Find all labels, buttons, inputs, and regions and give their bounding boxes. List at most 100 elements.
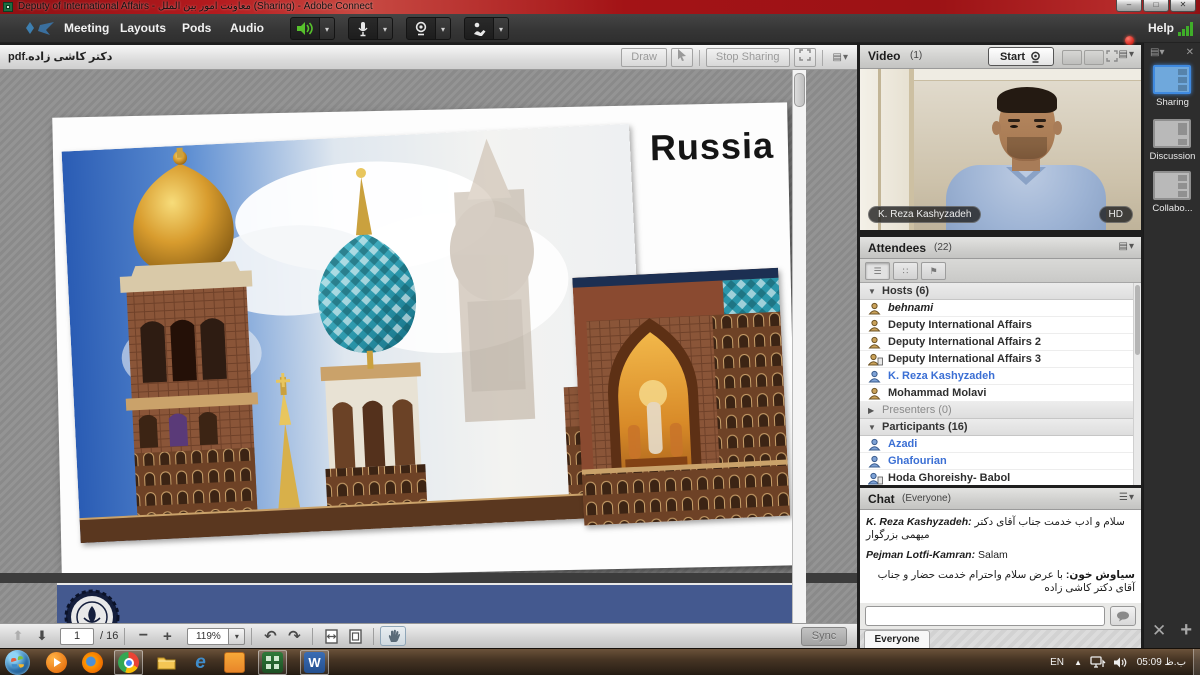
connect-taskbar-button[interactable] [258, 650, 287, 675]
attendee-row[interactable]: Azadi [860, 436, 1133, 453]
tray-expand-icon[interactable]: ▲ [1074, 649, 1082, 675]
draw-button[interactable]: Draw [621, 48, 667, 67]
attendee-row[interactable]: Ghafourian [860, 453, 1133, 470]
attendee-row[interactable]: Mohammad Molavi [860, 385, 1133, 402]
menu-pods[interactable]: Pods [170, 14, 223, 43]
media-player-icon[interactable] [46, 652, 67, 673]
tab-everyone[interactable]: Everyone [864, 630, 930, 648]
chrome-taskbar-button[interactable] [114, 650, 143, 675]
chat-pod-menu-icon[interactable]: ☰▾ [1119, 492, 1135, 503]
attendee-row[interactable]: K. Reza Kashyzadeh [860, 368, 1133, 385]
internet-explorer-icon[interactable]: e [190, 652, 211, 673]
fit-page-button[interactable] [343, 626, 367, 646]
start-button[interactable] [5, 650, 30, 675]
send-message-button[interactable] [1110, 606, 1136, 626]
host-icon [868, 302, 881, 315]
breakout-view-button[interactable]: ∷ [893, 262, 918, 280]
layout-collaboration-thumbnail[interactable] [1153, 171, 1191, 200]
layout-collaboration-label[interactable]: Collabo... [1144, 203, 1200, 214]
participants-section-header[interactable]: ▼ Participants (16) [860, 419, 1133, 436]
tray-clock[interactable]: ب.ظ 05:09 [1137, 649, 1186, 675]
raise-hand-button[interactable] [464, 17, 494, 40]
attendee-row[interactable]: Deputy International Affairs 3 [860, 351, 1133, 368]
pointer-button[interactable] [671, 48, 693, 67]
vertical-scrollbar-thumb[interactable] [794, 73, 805, 107]
layout-bar-menu-icon[interactable]: ▤▾ [1150, 47, 1164, 58]
zoom-in-button[interactable]: + [155, 626, 179, 646]
volume-icon[interactable] [1113, 649, 1128, 675]
network-icon[interactable] [1090, 649, 1106, 675]
video-filmstrip-view-icon[interactable] [1084, 50, 1104, 65]
maximize-button[interactable]: □ [1143, 0, 1169, 12]
layout-sharing-thumbnail[interactable] [1153, 65, 1191, 94]
video-grid-view-icon[interactable] [1062, 50, 1082, 65]
attendee-status-view-button[interactable]: ⚑ [921, 262, 946, 280]
word-taskbar-button[interactable]: W [300, 650, 329, 675]
layout-bar: ▤▾ ✕ Sharing Discussion Collabo... ✕ + [1143, 43, 1200, 648]
layout-discussion-thumbnail[interactable] [1153, 119, 1191, 148]
fullscreen-button[interactable] [794, 48, 816, 67]
vertical-scrollbar[interactable] [792, 70, 806, 648]
start-webcam-button[interactable]: Start [988, 47, 1054, 66]
slide-page-1: Russia [52, 102, 797, 580]
add-layout-icon[interactable]: + [1180, 619, 1192, 642]
show-desktop-button[interactable] [1193, 649, 1200, 675]
app-icon [3, 2, 13, 12]
collapse-triangle-icon: ▼ [868, 283, 876, 300]
rotate-right-button[interactable]: ↷ [282, 626, 306, 646]
host-icon [868, 319, 881, 332]
layout-bar-close-icon[interactable]: ✕ [1186, 47, 1194, 58]
speaker-button[interactable] [290, 17, 320, 40]
menu-help[interactable]: Help [1148, 14, 1174, 43]
close-button[interactable]: ✕ [1170, 0, 1196, 12]
firefox-icon[interactable] [82, 652, 103, 673]
share-pod-menu-icon[interactable]: ▤▾ [829, 52, 853, 63]
page-number-input[interactable]: 1 [60, 628, 94, 645]
menu-audio[interactable]: Audio [218, 14, 276, 43]
remove-layout-icon[interactable]: ✕ [1152, 621, 1166, 641]
rotate-left-button[interactable]: ↶ [258, 626, 282, 646]
video-pod-menu-icon[interactable]: ▤▾ [1119, 49, 1135, 60]
page-down-button[interactable]: ⬇ [30, 626, 54, 646]
attendee-row[interactable]: Deputy International Affairs 2 [860, 334, 1133, 351]
notes-app-icon[interactable] [224, 652, 245, 673]
attendees-pod-header: Attendees (22) ▤▾ [860, 237, 1141, 259]
tray-language[interactable]: EN [1050, 649, 1064, 675]
speaker-caret[interactable]: ▾ [320, 17, 335, 40]
zoom-level-value[interactable]: 119% [187, 628, 229, 645]
webcam-button[interactable] [406, 17, 436, 40]
minimize-button[interactable]: – [1116, 0, 1142, 12]
webcam-icon [414, 21, 428, 36]
page-up-button[interactable]: ⬆ [6, 626, 30, 646]
share-pod-header: دکتر کاشی زاده.pdf Draw Stop Sharing ▤▾ [0, 45, 857, 70]
microphone-button[interactable] [348, 17, 378, 40]
stop-sharing-button[interactable]: Stop Sharing [706, 48, 790, 67]
chat-tabs: Everyone [860, 629, 1141, 648]
attendee-list-view-button[interactable]: ☰ [865, 262, 890, 280]
hosts-section-header[interactable]: ▼ Hosts (6) [860, 283, 1133, 300]
hand-icon [387, 629, 400, 643]
hand-tool-button[interactable] [380, 626, 406, 646]
connection-status-icon[interactable] [1178, 22, 1196, 36]
explorer-icon[interactable] [156, 652, 177, 673]
zoom-dropdown-caret[interactable]: ▾ [229, 628, 245, 645]
chat-input[interactable] [865, 606, 1105, 626]
layout-discussion-label[interactable]: Discussion [1144, 151, 1200, 162]
menu-layouts[interactable]: Layouts [108, 14, 178, 43]
microphone-caret[interactable]: ▾ [378, 17, 393, 40]
attendee-row[interactable]: behnami [860, 300, 1133, 317]
attendee-row[interactable]: Hoda Ghoreishy- Babol [860, 470, 1133, 485]
zoom-out-button[interactable]: − [131, 626, 155, 646]
attendees-scrollbar[interactable] [1133, 283, 1141, 485]
layout-sharing-label[interactable]: Sharing [1144, 97, 1200, 108]
attendees-scrollbar-thumb[interactable] [1135, 285, 1140, 355]
fit-width-button[interactable] [319, 626, 343, 646]
sync-button[interactable]: Sync [801, 627, 847, 646]
windows-flag-icon [5, 650, 30, 675]
attendees-pod-menu-icon[interactable]: ▤▾ [1119, 241, 1135, 252]
presenters-section-header[interactable]: ▶ Presenters (0) [860, 402, 1133, 419]
collapse-triangle-icon: ▶ [868, 402, 874, 419]
webcam-caret[interactable]: ▾ [436, 17, 451, 40]
raise-hand-caret[interactable]: ▾ [494, 17, 509, 40]
attendee-row[interactable]: Deputy International Affairs [860, 317, 1133, 334]
